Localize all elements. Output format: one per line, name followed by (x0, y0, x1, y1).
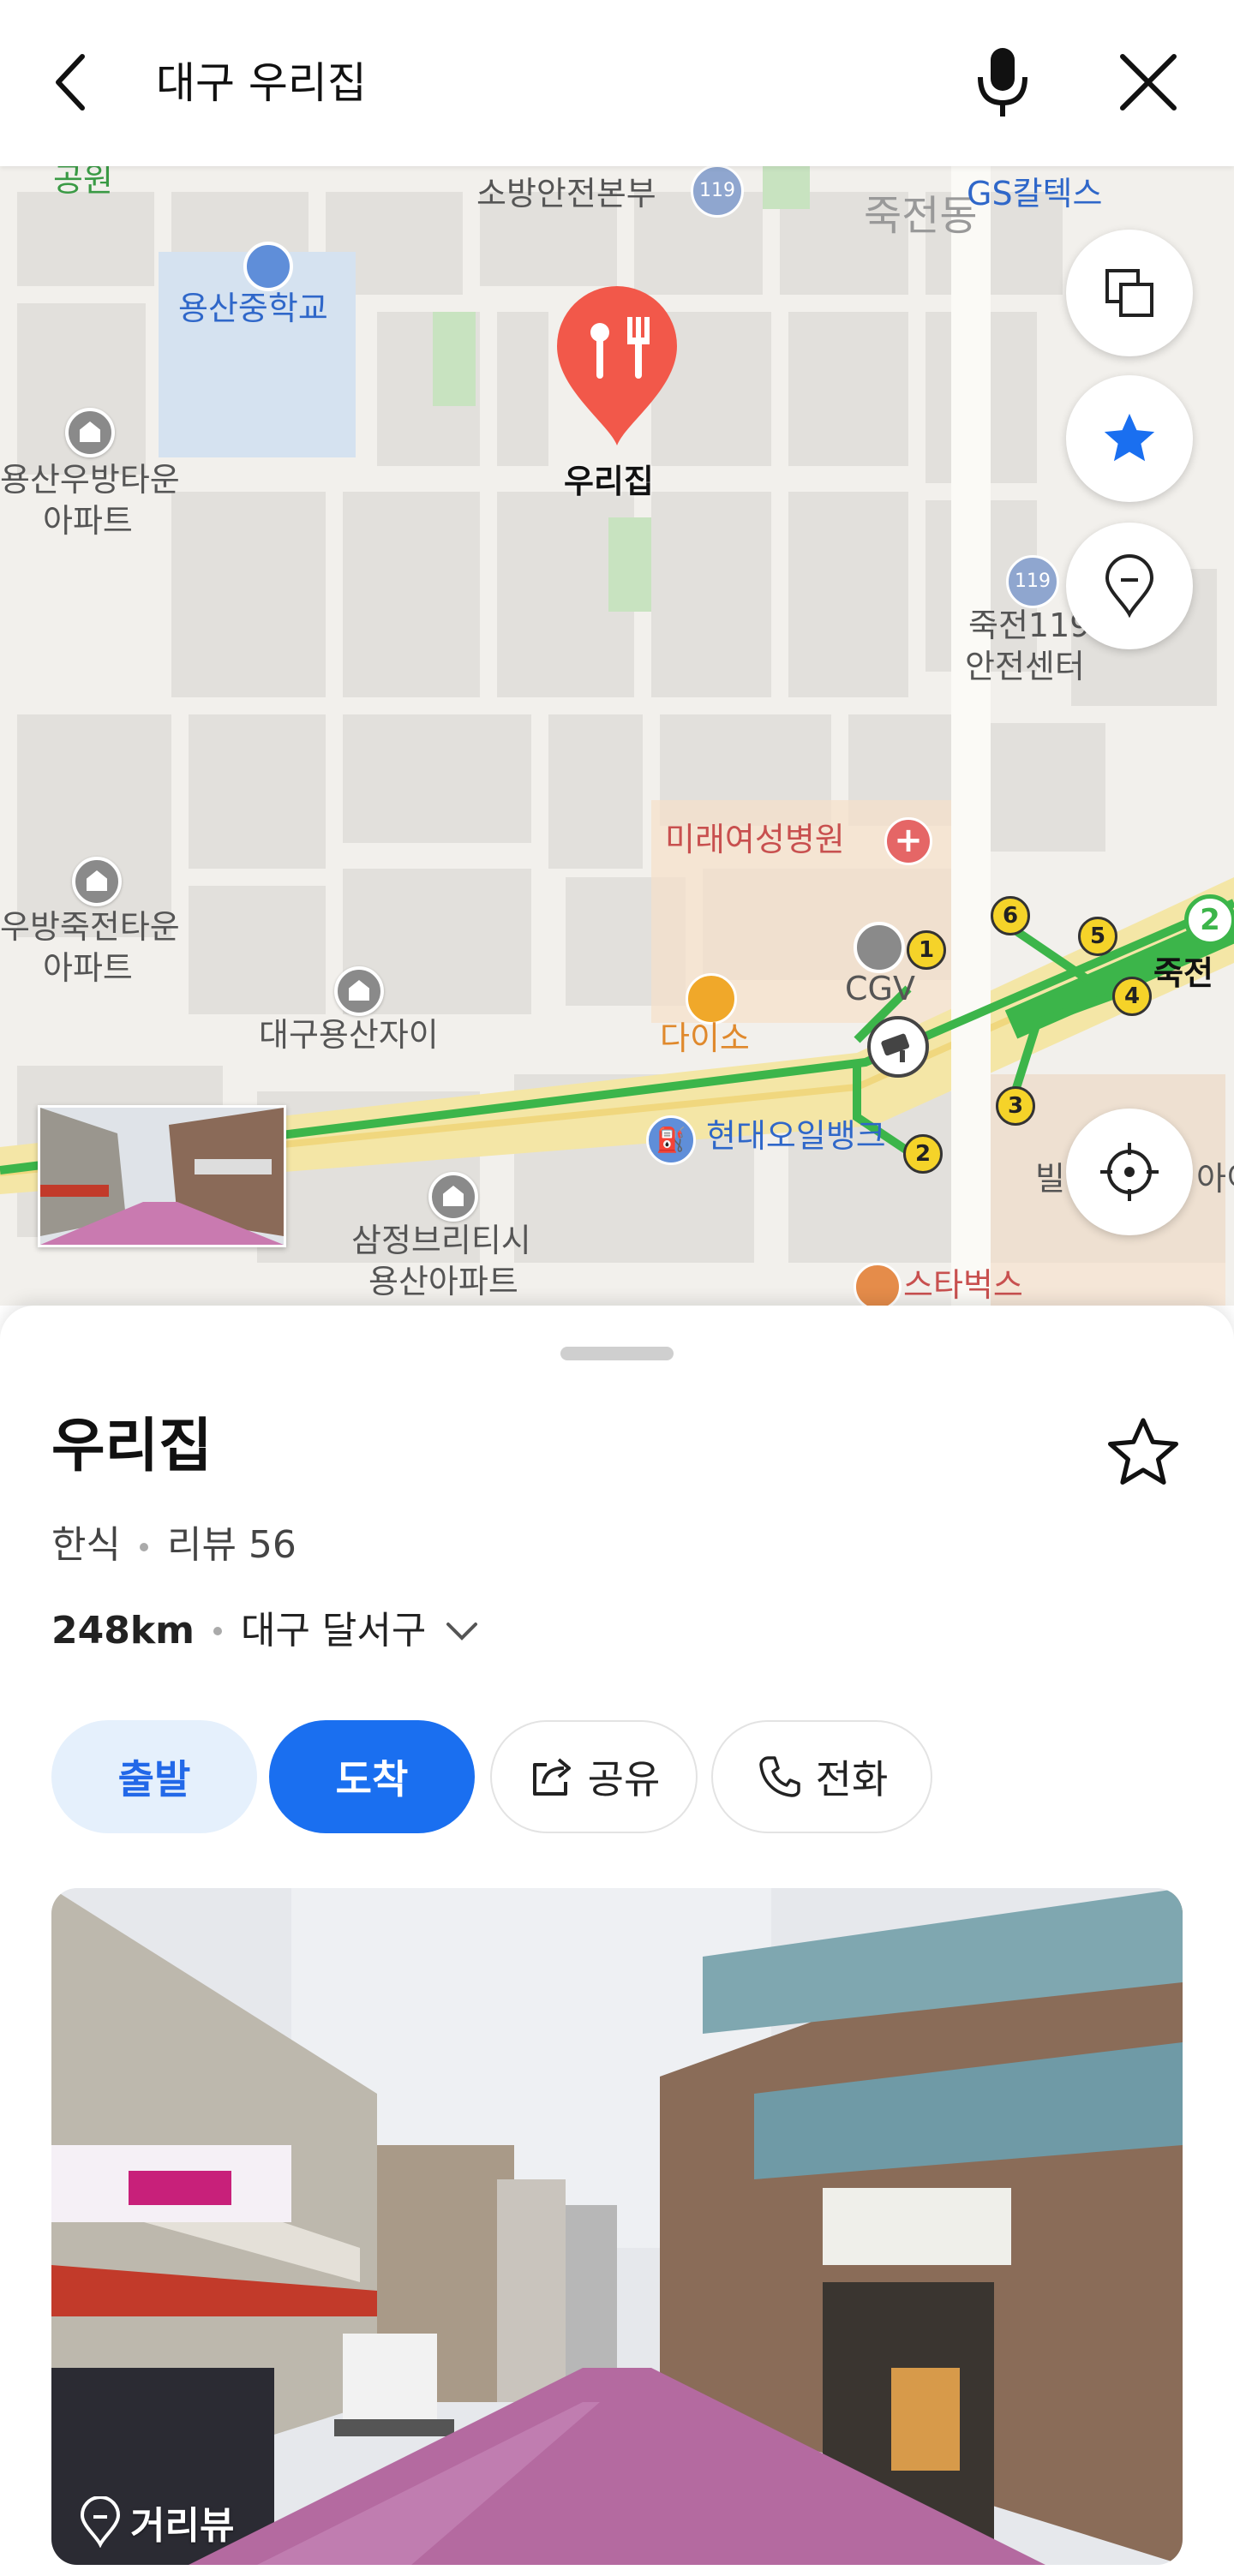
distance-text: 248km (51, 1609, 195, 1653)
search-input[interactable]: 대구 우리집 (156, 51, 367, 115)
map-label-fire-station[interactable]: 소방안전본부 (476, 175, 656, 212)
exit-2-badge: 2 (903, 1134, 943, 1174)
map-label-apt3[interactable]: 대구용산자이 (259, 1016, 439, 1054)
cinema-icon (854, 922, 905, 973)
separator-dot (213, 1627, 222, 1635)
star-filled-icon (1104, 413, 1155, 462)
map-label-villa[interactable]: 빌 (1035, 1160, 1065, 1198)
depart-label: 출발 (117, 1756, 191, 1802)
back-icon[interactable] (45, 48, 106, 117)
map-label-police-2[interactable]: 안전센터 (965, 648, 1085, 685)
exit-1-badge: 1 (907, 930, 946, 970)
cafe-icon (854, 1263, 902, 1306)
depart-button[interactable]: 출발 (51, 1720, 257, 1833)
call-button[interactable]: 전화 (711, 1720, 932, 1833)
subway-line-badge: 2 (1184, 894, 1234, 946)
address-text: 대구 달서구 (240, 1609, 427, 1653)
exit-3-badge: 3 (996, 1086, 1035, 1126)
place-detail-sheet: 우리집 한식 리뷰 56 248km 대구 달서구 출발 도착 공유 전화 거리… (0, 1306, 1234, 2576)
distance-address-row[interactable]: 248km 대구 달서구 (51, 1605, 482, 1657)
apartment-icon (334, 966, 384, 1016)
arrive-button[interactable]: 도착 (269, 1720, 475, 1833)
close-icon[interactable] (1114, 48, 1183, 117)
map-label-park: 공원 (53, 166, 113, 199)
map-label-oilbank[interactable]: 현대오일뱅크 (706, 1117, 886, 1155)
map-label-station[interactable]: 죽전 (1153, 954, 1213, 992)
place-title: 우리집 (51, 1413, 213, 1480)
separator-dot (139, 1543, 148, 1551)
map-view[interactable]: 소방안전본부 119 죽전동 GS칼텍스 용산중학교 공원 용산우방타운 아파트… (0, 166, 1234, 1306)
shop-icon (686, 973, 737, 1025)
map-label-apt4-line1[interactable]: 삼정브리티시 (351, 1222, 531, 1259)
map-label-starbucks[interactable]: 스타벅스 (903, 1266, 1023, 1304)
map-label-district: 죽전동 (864, 192, 978, 240)
map-label-apt1-line1[interactable]: 용산우방타운 (0, 461, 180, 499)
map-label-apt1-line2[interactable]: 아파트 (43, 502, 133, 540)
layers-icon (1105, 269, 1153, 317)
my-location-button[interactable] (1066, 1109, 1193, 1235)
share-label: 공유 (587, 1756, 661, 1802)
share-button[interactable]: 공유 (490, 1720, 698, 1833)
exit-6-badge: 6 (991, 896, 1030, 935)
cctv-icon[interactable] (867, 1016, 929, 1078)
map-label-school[interactable]: 용산중학교 (178, 290, 328, 327)
place-pin-icon[interactable] (548, 278, 686, 449)
marker-button[interactable] (1066, 523, 1193, 649)
map-label-apt2-line2[interactable]: 아파트 (43, 949, 133, 987)
fire-station-icon: 119 (691, 166, 744, 218)
map-label-right-edge[interactable]: 아이 (1196, 1160, 1234, 1198)
favorite-star-icon[interactable] (1102, 1412, 1184, 1494)
map-label-apt4-line2[interactable]: 용산아파트 (368, 1263, 518, 1300)
gas-station-icon: ⛽ (646, 1115, 696, 1165)
hospital-icon: + (884, 817, 932, 865)
microphone-icon[interactable] (968, 43, 1037, 120)
chevron-down-icon (446, 1623, 478, 1641)
apartment-icon (72, 857, 122, 906)
school-icon (243, 242, 293, 291)
crosshair-icon (1100, 1143, 1159, 1201)
arrive-label: 도착 (335, 1756, 409, 1802)
street-view-badge[interactable]: 거리뷰 (77, 2495, 234, 2549)
share-icon (532, 1758, 571, 1796)
map-label-daiso[interactable]: 다이소 (660, 1019, 750, 1057)
exit-4-badge: 4 (1112, 977, 1152, 1016)
review-count[interactable]: 리뷰 56 (167, 1523, 297, 1567)
layers-button[interactable] (1066, 230, 1193, 356)
location-pin-icon (1105, 554, 1154, 618)
roadview-thumbnail[interactable] (38, 1105, 286, 1247)
phone-icon (758, 1756, 800, 1797)
apartment-icon (65, 408, 115, 457)
map-label-cgv[interactable]: CGV (845, 970, 915, 1007)
street-view-photo[interactable]: 거리뷰 (51, 1888, 1183, 2565)
call-label: 전화 (815, 1756, 889, 1802)
map-label-hospital[interactable]: 미래여성병원 (665, 821, 845, 858)
category-text: 한식 (51, 1523, 121, 1567)
street-view-pin-icon (80, 2496, 121, 2548)
sheet-drag-handle[interactable] (560, 1347, 674, 1360)
map-label-gs[interactable]: GS칼텍스 (967, 175, 1102, 212)
police-icon: 119 (1006, 555, 1059, 608)
apartment-icon (428, 1172, 478, 1222)
search-header: 대구 우리집 (0, 0, 1234, 166)
pin-label[interactable]: 우리집 (564, 463, 654, 500)
map-label-apt2-line1[interactable]: 우방죽전타운 (0, 908, 180, 946)
place-meta: 한식 리뷰 56 (51, 1520, 297, 1571)
street-view-label: 거리뷰 (130, 2504, 235, 2548)
favorites-button[interactable] (1066, 375, 1193, 502)
exit-5-badge: 5 (1078, 917, 1117, 956)
